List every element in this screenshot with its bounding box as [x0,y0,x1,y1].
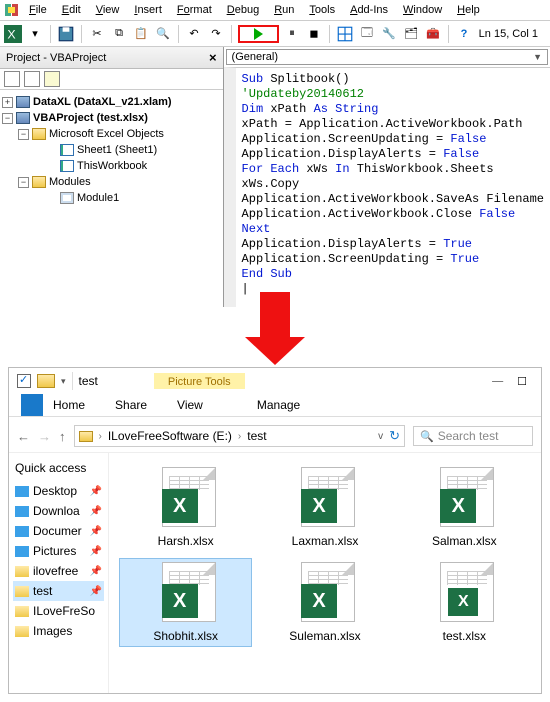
maximize-icon[interactable]: ☐ [517,375,527,388]
side-test[interactable]: test📌 [13,581,104,601]
toolbox-icon[interactable]: 🧰 [424,25,442,43]
tree-dataxl[interactable]: +DataXL (DataXL_v21.xlam) [2,94,221,110]
save-icon[interactable] [57,25,75,43]
svg-text:X: X [7,27,15,41]
project-title-bar: Project - VBAProject × [0,47,223,69]
tree-modules[interactable]: −Modules [2,174,221,190]
path-folder[interactable]: test [247,429,266,443]
stop-icon[interactable]: ◼ [305,25,323,43]
redo-icon[interactable]: ↷ [207,25,225,43]
path-drive[interactable]: ILoveFreeSoftware (E:) [108,429,232,443]
picture-tools-tab[interactable]: Picture Tools [154,373,245,389]
side-downloads[interactable]: Downloa📌 [13,501,104,521]
file-menu-button[interactable] [21,394,43,416]
up-icon[interactable]: ↑ [59,429,66,444]
annotation-arrow [0,297,550,367]
file-suleman[interactable]: XSuleman.xlsx [258,558,391,647]
side-documents[interactable]: Documer📌 [13,521,104,541]
tree-thisworkbook[interactable]: ThisWorkbook [2,158,221,174]
tree-vbaproject[interactable]: −VBAProject (test.xlsx) [2,110,221,126]
vba-menubar: File Edit View Insert Format Debug Run T… [0,0,550,21]
code-panel: (General)▼ Sub Splitbook() 'Updateby2014… [224,47,550,307]
code-editor[interactable]: Sub Splitbook() 'Updateby20140612 Dim xP… [224,67,550,307]
back-icon[interactable]: ← [17,429,30,444]
browser-icon[interactable]: 🗂 [402,25,420,43]
nav-pane: Quick access Desktop📌 Downloa📌 Documer📌 … [9,453,109,693]
select-checkbox-icon[interactable] [17,374,31,388]
project-explorer: Project - VBAProject × +DataXL (DataXL_v… [0,47,224,307]
menu-addins[interactable]: Add-Ins [344,2,394,18]
tab-view[interactable]: View [163,394,217,416]
pause-icon[interactable]: ⏸ [283,25,301,43]
file-shobhit[interactable]: XShobhit.xlsx [119,558,252,647]
tab-share[interactable]: Share [101,394,161,416]
side-images[interactable]: Images [13,621,104,641]
menu-insert[interactable]: Insert [128,2,168,18]
tree-excel-objects[interactable]: −Microsoft Excel Objects [2,126,221,142]
line-col-indicator: Ln 15, Col 1 [479,28,546,40]
vba-logo-icon [4,2,20,18]
tab-home[interactable]: Home [39,394,99,416]
view-object-icon[interactable] [24,71,40,87]
file-salman[interactable]: XSalman.xlsx [398,463,531,552]
menu-edit[interactable]: Edit [56,2,87,18]
address-bar[interactable]: › ILoveFreeSoftware (E:) › test v ↻ [74,425,406,447]
copy-icon[interactable]: ⧉ [110,25,128,43]
toggle-folders-icon[interactable] [44,71,60,87]
help-icon[interactable]: ? [455,25,473,43]
refresh-icon[interactable]: ↻ [389,428,400,444]
close-icon[interactable]: × [209,50,217,65]
search-icon: 🔍 [420,430,434,443]
project-tree: +DataXL (DataXL_v21.xlam) −VBAProject (t… [0,90,223,210]
address-bar-row: ← → ↑ › ILoveFreeSoftware (E:) › test v … [9,420,541,453]
find-icon[interactable]: 🔍 [154,25,172,43]
search-box[interactable]: 🔍 Search test [413,426,533,446]
cut-icon[interactable]: ✂ [88,25,106,43]
menu-help[interactable]: Help [451,2,486,18]
side-ilovefree[interactable]: ilovefree📌 [13,561,104,581]
menu-file[interactable]: File [23,2,53,18]
menu-run[interactable]: Run [268,2,300,18]
file-laxman[interactable]: XLaxman.xlsx [258,463,391,552]
file-harsh[interactable]: XHarsh.xlsx [119,463,252,552]
window-title: test [79,374,98,388]
side-pictures[interactable]: Pictures📌 [13,541,104,561]
menu-format[interactable]: Format [171,2,218,18]
ribbon-tabs: Home Share View Manage [9,394,541,417]
folder-icon [37,374,55,388]
design-icon[interactable] [336,25,354,43]
project-title: Project - VBAProject [6,52,106,64]
view-code-icon[interactable] [4,71,20,87]
project-icon[interactable]: 🗔 [358,25,376,43]
quick-access-header[interactable]: Quick access [13,459,104,481]
file-test[interactable]: Xtest.xlsx [398,558,531,647]
play-icon [254,28,263,40]
excel-icon[interactable]: X [4,25,22,43]
vba-toolbar: X ▾ ✂ ⧉ 📋 🔍 ↶ ↷ ⏸ ◼ 🗔 🔧 🗂 🧰 ? Ln 15, Col… [0,21,550,47]
minimize-icon[interactable]: — [492,375,503,388]
paste-icon[interactable]: 📋 [132,25,150,43]
menu-view[interactable]: View [90,2,126,18]
object-combo[interactable]: (General)▼ [226,49,548,65]
drive-icon [79,431,93,442]
undo-icon[interactable]: ↶ [185,25,203,43]
props-icon[interactable]: 🔧 [380,25,398,43]
project-view-buttons [0,69,223,90]
side-desktop[interactable]: Desktop📌 [13,481,104,501]
side-ilovefreeso[interactable]: ILoveFreSo [13,601,104,621]
tab-manage[interactable]: Manage [243,394,314,416]
explorer-titlebar: ▾ test Picture Tools — ☐ [9,368,541,394]
menu-debug[interactable]: Debug [221,2,265,18]
forward-icon[interactable]: → [38,429,51,444]
tree-sheet1[interactable]: Sheet1 (Sheet1) [2,142,221,158]
vba-body: Project - VBAProject × +DataXL (DataXL_v… [0,47,550,307]
tree-module1[interactable]: Module1 [2,190,221,206]
run-button[interactable] [238,25,279,43]
dropdown-icon[interactable]: ▾ [26,25,44,43]
files-grid: XHarsh.xlsx XLaxman.xlsx XSalman.xlsx XS… [109,453,541,693]
menu-window[interactable]: Window [397,2,448,18]
menu-tools[interactable]: Tools [303,2,341,18]
file-explorer: ▾ test Picture Tools — ☐ Home Share View… [8,367,542,694]
